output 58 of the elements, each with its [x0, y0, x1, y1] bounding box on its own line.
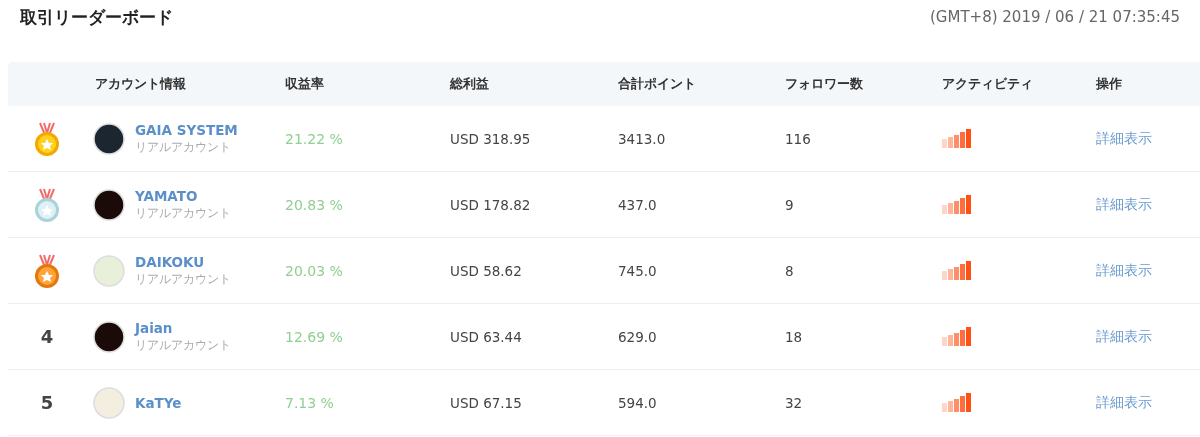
medal-icon: [32, 186, 62, 223]
total-points: 3413.0: [618, 130, 666, 147]
total-points: 745.0: [618, 262, 657, 279]
details-link[interactable]: 詳細表示: [1096, 261, 1152, 280]
details-link[interactable]: 詳細表示: [1096, 129, 1152, 148]
details-link[interactable]: 詳細表示: [1096, 327, 1152, 346]
activity-bars-icon: [942, 261, 972, 280]
column-header: 総利益: [450, 75, 489, 93]
column-header: 操作: [1096, 75, 1122, 93]
total-profit: USD 63.44: [450, 328, 522, 345]
page-title: 取引リーダーボード: [20, 6, 173, 29]
activity-bars-icon: [942, 327, 972, 346]
account-type: リアルアカウント: [135, 338, 231, 353]
return-rate: 7.13 %: [285, 394, 334, 411]
account-type: リアルアカウント: [135, 140, 232, 155]
total-profit: USD 178.82: [450, 196, 531, 213]
return-rate: 21.22 %: [285, 130, 343, 147]
account-type: リアルアカウント: [135, 272, 231, 287]
account-name-link[interactable]: YAMATO: [135, 188, 231, 204]
follower-count: 9: [785, 196, 794, 213]
return-rate: 20.03 %: [285, 262, 343, 279]
column-header: アクティビティ: [942, 75, 1033, 93]
avatar-icon: [93, 320, 125, 353]
return-rate: 12.69 %: [285, 328, 343, 345]
timestamp: (GMT+8) 2019 / 06 / 21 07:35:45: [930, 8, 1181, 26]
activity-bars-icon: [942, 195, 972, 214]
account-name-link[interactable]: DAIKOKU: [135, 254, 231, 270]
medal-icon: [32, 120, 62, 157]
follower-count: 8: [785, 262, 794, 279]
return-rate: 20.83 %: [285, 196, 343, 213]
account-name-link[interactable]: GAIA SYSTEM: [135, 122, 238, 138]
total-points: 629.0: [618, 328, 657, 345]
follower-count: 32: [785, 394, 803, 411]
total-profit: USD 67.15: [450, 394, 522, 411]
avatar-icon: [93, 122, 125, 155]
rank-number: 5: [40, 392, 54, 413]
total-points: 594.0: [618, 394, 657, 411]
column-header: 収益率: [285, 75, 324, 93]
total-points: 437.0: [618, 196, 657, 213]
account-type: リアルアカウント: [135, 206, 231, 221]
follower-count: 116: [785, 130, 811, 147]
account-name-link[interactable]: KaTYe: [135, 394, 182, 411]
column-header: アカウント情報: [95, 75, 186, 93]
activity-bars-icon: [942, 129, 972, 148]
avatar-icon: [93, 386, 125, 419]
account-name-link[interactable]: Jaian: [135, 320, 231, 336]
medal-icon: [32, 252, 62, 289]
details-link[interactable]: 詳細表示: [1096, 393, 1152, 412]
avatar-icon: [93, 254, 125, 287]
rank-number: 4: [40, 326, 54, 347]
follower-count: 18: [785, 328, 803, 345]
total-profit: USD 318.95: [450, 130, 531, 147]
total-profit: USD 58.62: [450, 262, 522, 279]
column-header: フォロワー数: [785, 75, 863, 93]
activity-bars-icon: [942, 393, 972, 412]
details-link[interactable]: 詳細表示: [1096, 195, 1152, 214]
column-header: 合計ポイント: [618, 75, 696, 93]
avatar-icon: [93, 188, 125, 221]
